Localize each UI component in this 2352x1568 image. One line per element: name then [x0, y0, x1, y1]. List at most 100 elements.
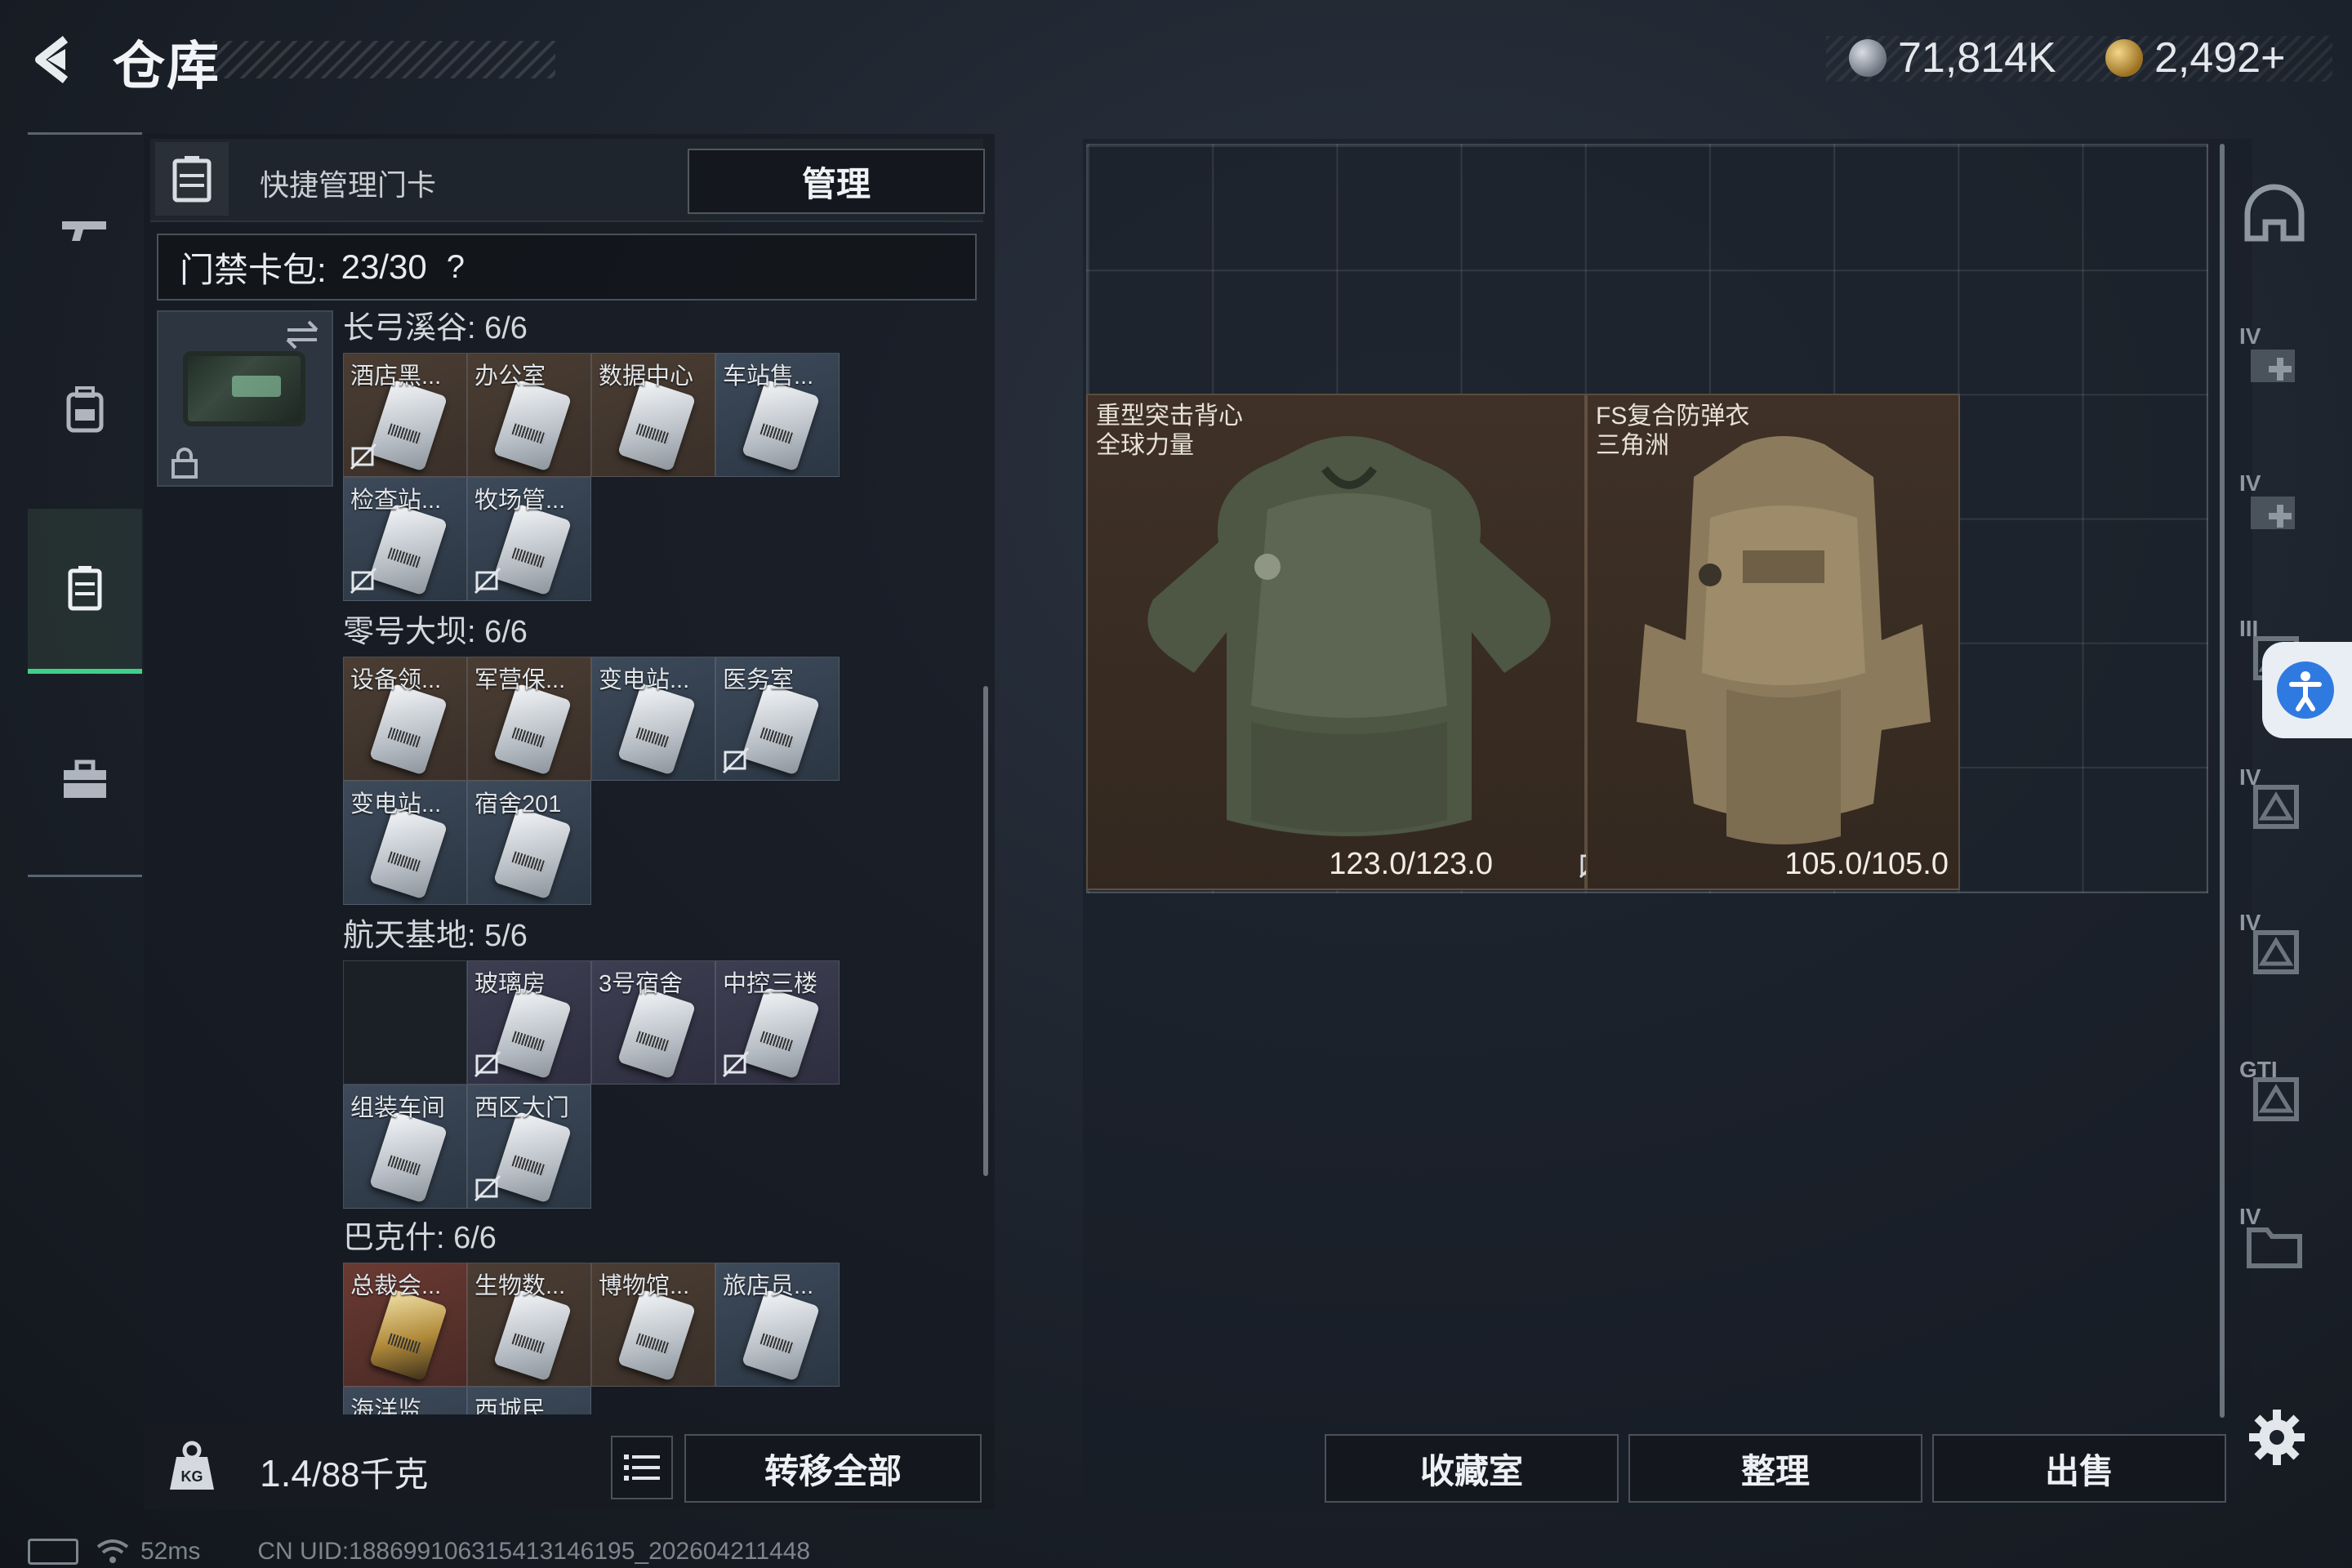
- keycard-label: 西城民...: [474, 1397, 566, 1414]
- right-tab-1[interactable]: IV: [2230, 317, 2319, 407]
- section-title: 零号大坝: 6/6: [343, 615, 528, 649]
- stash-item-fs-armor[interactable]: FS复合防弹衣 三角洲 105.0/105.0: [1586, 394, 1960, 890]
- keycard-label: 牧场管...: [474, 488, 566, 514]
- keycard-slot[interactable]: 数据中心: [591, 353, 715, 477]
- left-scrollbar[interactable]: [983, 686, 988, 1176]
- no-bind-icon: [722, 746, 750, 774]
- battery-icon: [28, 1539, 78, 1565]
- no-bind-icon: [722, 1050, 750, 1078]
- sell-button[interactable]: 出售: [1932, 1434, 2226, 1503]
- keycard-label: 组装车间: [350, 1095, 446, 1121]
- right-tab-5[interactable]: IV: [2230, 903, 2319, 993]
- keycard-slot[interactable]: 酒店黑...: [343, 353, 467, 477]
- weight-capacity: /88千克: [311, 1455, 429, 1494]
- keycard-slot[interactable]: 西区大门: [467, 1085, 591, 1209]
- keycard-label: 宿舍201: [474, 791, 562, 817]
- list-view-button[interactable]: [611, 1436, 673, 1499]
- keycard-image: [368, 807, 448, 900]
- stash-item-assault-vest[interactable]: 重型突击背心 全球力量 123.0/123.0: [1086, 394, 1608, 890]
- keycard-slot[interactable]: 西城民...: [467, 1387, 591, 1414]
- accessibility-icon: [2277, 662, 2334, 719]
- keycard-slot[interactable]: 军营保...: [467, 657, 591, 781]
- title-decoration: [212, 41, 555, 78]
- helmet-icon: [2244, 184, 2305, 242]
- help-icon[interactable]: ?: [447, 249, 465, 286]
- keycard-holder-light: [232, 376, 281, 397]
- keycard-image: [492, 1289, 572, 1382]
- keycard-slot[interactable]: 宿舍201: [467, 781, 591, 905]
- keycard-label: 检查站...: [350, 488, 442, 514]
- keycard-slot[interactable]: 组装车间: [343, 1085, 467, 1209]
- nav-weapons[interactable]: [28, 149, 142, 313]
- right-tab-4[interactable]: IV: [2230, 758, 2319, 848]
- status-bar: 52ms CN UID:1886991063154131461​95_20260…: [28, 1535, 810, 1568]
- keycard-holder-slot[interactable]: [157, 310, 333, 487]
- keycard-label: 变电站...: [350, 791, 442, 817]
- keycard-image: [368, 1289, 448, 1382]
- keycard-grid: 玻璃房 3号宿舍 中控三楼组装车间 西区大门: [343, 960, 840, 1209]
- keycard-image: [368, 379, 448, 472]
- keycard-label: 军营保...: [474, 667, 566, 693]
- nav-keycard-holder[interactable]: [28, 509, 142, 674]
- keycard-label: 医务室: [723, 667, 795, 693]
- svg-text:KG: KG: [181, 1468, 203, 1485]
- backpack-icon: [66, 386, 104, 433]
- right-tab-7[interactable]: IV: [2230, 1197, 2319, 1287]
- pack-count: 23/30: [341, 247, 427, 286]
- quick-manage-icon-box: [155, 142, 229, 216]
- uid-text: CN UID:1886991063154131461​95_2026042114…: [257, 1538, 811, 1565]
- keycard-slot[interactable]: 总裁会...: [343, 1263, 467, 1387]
- nav-toolbox[interactable]: [28, 698, 142, 862]
- swap-icon[interactable]: [283, 318, 322, 351]
- keycard-grid: 酒店黑... 办公室 数据中心 车站售... 检查站... 牧场管...: [343, 353, 840, 601]
- right-tab-0[interactable]: [2230, 173, 2319, 263]
- keycard-image: [741, 987, 821, 1080]
- keycard-slot[interactable]: 办公室: [467, 353, 591, 477]
- weight-text: 1.4/88千克: [260, 1447, 428, 1497]
- keycard-image: [492, 683, 572, 776]
- no-bind-icon: [474, 1050, 501, 1078]
- keycard-slot[interactable]: 生物数...: [467, 1263, 591, 1387]
- keycard-slot[interactable]: 旅店员...: [715, 1263, 840, 1387]
- keycard-slot[interactable]: 博物馆...: [591, 1263, 715, 1387]
- keycard-slot[interactable]: 变电站...: [591, 657, 715, 781]
- keycard-slot[interactable]: 检查站...: [343, 477, 467, 601]
- sort-button[interactable]: 整理: [1628, 1434, 1922, 1503]
- tier-label: IV: [2239, 764, 2261, 790]
- gold-amount: 2,492+: [2154, 34, 2286, 82]
- manage-button[interactable]: 管理: [688, 149, 985, 214]
- section-title: 航天基地: 5/6: [343, 919, 528, 953]
- tier-label: IV: [2239, 470, 2261, 496]
- currency-gold[interactable]: 2,492+: [2105, 29, 2286, 87]
- transfer-all-button[interactable]: 转移全部: [684, 1434, 982, 1503]
- back-arrow-icon[interactable]: [24, 31, 82, 88]
- currency-silver[interactable]: 71,814K: [1849, 29, 2056, 87]
- keycard-image: [617, 987, 697, 1080]
- item-durability: 123.0/123.0: [1329, 847, 1493, 881]
- right-tab-2[interactable]: IV: [2230, 464, 2319, 554]
- nav-backpack[interactable]: [28, 327, 142, 491]
- keycard-slot[interactable]: 医务室: [715, 657, 840, 781]
- keycard-slot[interactable]: 设备领...: [343, 657, 467, 781]
- keycard-slot[interactable]: 中控三楼: [715, 960, 840, 1085]
- keycard-label: 办公室: [474, 363, 546, 390]
- keycard-slot[interactable]: 牧场管...: [467, 477, 591, 601]
- keycard-image: [368, 1111, 448, 1204]
- keycard-slot[interactable]: 车站售...: [715, 353, 840, 477]
- keycard-label: 数据中心: [599, 363, 694, 390]
- keycard-slot[interactable]: 变电站...: [343, 781, 467, 905]
- stash-scrollbar[interactable]: [2220, 144, 2225, 1418]
- accessibility-button[interactable]: [2262, 642, 2352, 738]
- keycard-holder-icon: [68, 566, 102, 611]
- tier-label: III: [2239, 616, 2259, 641]
- collection-room-button[interactable]: 收藏室: [1325, 1434, 1619, 1503]
- keycard-slot[interactable]: 玻璃房: [467, 960, 591, 1085]
- right-tab-6[interactable]: GTI: [2230, 1050, 2319, 1140]
- keycard-holder-icon: [172, 156, 212, 203]
- gear-icon[interactable]: [2246, 1406, 2308, 1468]
- keycard-slot[interactable]: 3号宿舍: [591, 960, 715, 1085]
- keycard-label: 设备领...: [350, 667, 442, 693]
- empty-keycard-slot[interactable]: [343, 960, 467, 1085]
- keycard-slot[interactable]: 海洋监...: [343, 1387, 467, 1414]
- keycard-label: 3号宿舍: [599, 971, 684, 997]
